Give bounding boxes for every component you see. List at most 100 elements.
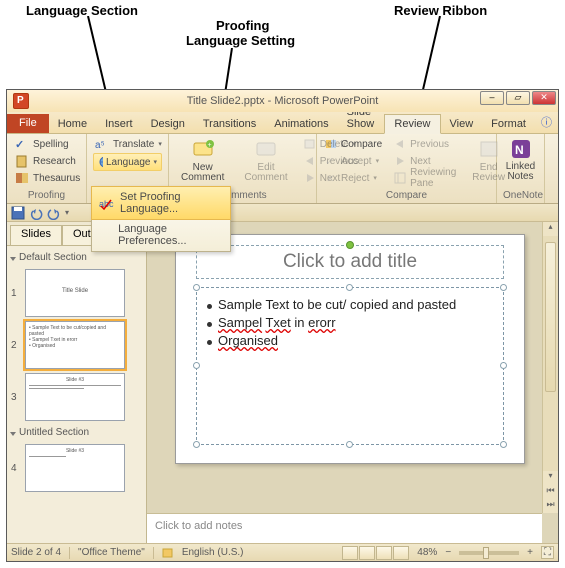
resize-handle[interactable] <box>193 362 200 369</box>
onenote-icon: N <box>510 138 532 160</box>
translate-button[interactable]: a⁵ Translate ▾ <box>93 136 162 152</box>
undo-icon[interactable] <box>29 206 43 220</box>
tab-format[interactable]: Format <box>482 115 535 133</box>
thumbnail-2[interactable]: 2 • Sample Text to be cut/copied and pas… <box>11 321 142 369</box>
notes-pane[interactable]: Click to add notes <box>147 513 542 543</box>
research-icon <box>15 154 29 168</box>
resize-handle[interactable] <box>346 441 353 448</box>
quick-access-toolbar: ▾ <box>7 204 558 222</box>
svg-text:abc: abc <box>99 199 114 209</box>
new-comment-button[interactable]: + NewComment <box>175 136 230 186</box>
accept-button[interactable]: ✓Accept▾ <box>323 153 384 169</box>
language-button[interactable]: Language ▾ <box>93 153 162 171</box>
resize-handle[interactable] <box>346 284 353 291</box>
scroll-thumb[interactable] <box>545 242 556 392</box>
annotation-layer: Language Section Review Ribbon Proofing … <box>0 0 565 90</box>
qat-chevron-icon[interactable]: ▾ <box>65 208 69 217</box>
zoom-slider[interactable] <box>459 551 519 555</box>
spellcheck-status-icon[interactable] <box>162 547 174 559</box>
prev-icon <box>394 138 406 150</box>
prev-slide-icon[interactable]: ⏮ <box>543 485 558 499</box>
tab-transitions[interactable]: Transitions <box>194 115 265 133</box>
menu-language-preferences[interactable]: Language Preferences... <box>92 219 230 251</box>
language-dropdown-menu: abc Set Proofing Language... Language Pr… <box>91 186 231 252</box>
resize-handle[interactable] <box>500 441 507 448</box>
delete-label: Delete <box>320 139 349 150</box>
slide-canvas[interactable]: Click to add title Sample Text to be cut… <box>147 222 558 513</box>
cmp-prev-label: Previous <box>410 139 449 150</box>
main-pane: Slides Outline × Default Section 1Title … <box>7 222 558 543</box>
svg-text:✕: ✕ <box>326 174 334 184</box>
tab-home[interactable]: Home <box>49 115 96 133</box>
menu-set-proofing-language[interactable]: abc Set Proofing Language... <box>91 186 231 220</box>
next-slide-icon[interactable]: ⏭ <box>543 499 558 513</box>
resize-handle[interactable] <box>193 284 200 291</box>
zoom-out-button[interactable]: − <box>445 547 451 558</box>
reject-label: Reject <box>341 173 369 184</box>
resize-handle[interactable] <box>500 362 507 369</box>
body-placeholder[interactable]: Sample Text to be cut/ copied and pasted… <box>196 287 504 445</box>
status-lang[interactable]: English (U.S.) <box>182 547 244 558</box>
section-header[interactable]: Default Section <box>11 250 142 265</box>
normal-view-button[interactable] <box>342 546 358 560</box>
fit-to-window-button[interactable]: ⛶ <box>541 546 554 559</box>
thumbnail-3[interactable]: 3Slide #3 <box>11 373 142 421</box>
maximize-button[interactable]: ▱ <box>506 91 530 105</box>
pane-icon <box>394 172 406 184</box>
save-icon[interactable] <box>11 206 25 220</box>
thumbnail-1[interactable]: 1Title Slide <box>11 269 142 317</box>
minimize-button[interactable]: – <box>480 91 504 105</box>
reject-button[interactable]: ✕Reject▾ <box>323 170 384 186</box>
group-onenote-label: OneNote <box>503 189 538 203</box>
reading-view-button[interactable] <box>376 546 392 560</box>
close-button[interactable]: ✕ <box>532 91 556 105</box>
scroll-down-icon[interactable]: ▾ <box>543 471 558 485</box>
slideshow-view-button[interactable] <box>393 546 409 560</box>
tab-file[interactable]: File <box>7 114 49 133</box>
slide: Click to add title Sample Text to be cut… <box>175 234 525 464</box>
tab-view[interactable]: View <box>441 115 483 133</box>
scroll-up-icon[interactable]: ▴ <box>543 222 558 236</box>
end-review-icon <box>478 139 500 161</box>
edit-comment-button[interactable]: EditComment <box>238 136 293 186</box>
end-review-label: EndReview <box>472 163 505 183</box>
ribbon-help-icon[interactable]: ⓘ <box>535 111 558 133</box>
research-button[interactable]: Research <box>13 153 80 169</box>
accept-icon: ✓ <box>325 155 337 167</box>
comment-new-icon: + <box>192 139 214 161</box>
thesaurus-button[interactable]: Thesaurus <box>13 170 80 186</box>
end-review-button[interactable]: EndReview <box>466 136 511 186</box>
tab-design[interactable]: Design <box>142 115 194 133</box>
ribbon-tabstrip: File Home Insert Design Transitions Anim… <box>7 112 558 134</box>
title-placeholder[interactable]: Click to add title <box>196 245 504 279</box>
svg-text:✓: ✓ <box>15 139 24 151</box>
tab-slides-panel[interactable]: Slides <box>10 225 62 245</box>
resize-handle[interactable] <box>500 284 507 291</box>
sorter-view-button[interactable] <box>359 546 375 560</box>
thumbnail-4[interactable]: 4Slide #3 <box>11 444 142 492</box>
spelling-icon: ✓ <box>15 137 29 151</box>
tab-animations[interactable]: Animations <box>265 115 337 133</box>
cmp-prev-button[interactable]: Previous <box>392 136 458 152</box>
comment-edit-icon <box>255 139 277 161</box>
spelling-button[interactable]: ✓ Spelling <box>13 136 80 152</box>
slide-panel: Slides Outline × Default Section 1Title … <box>7 222 147 543</box>
translate-icon: a⁵ <box>95 137 109 151</box>
tab-review[interactable]: Review <box>384 114 440 134</box>
zoom-thumb[interactable] <box>483 547 489 559</box>
vertical-scrollbar[interactable]: ▴ ▾ ⏮ ⏭ <box>542 222 558 513</box>
bullet-1-text: Sample Text to be cut/ copied and pasted <box>218 297 456 312</box>
svg-text:+: + <box>207 142 211 149</box>
zoom-in-button[interactable]: + <box>527 547 533 558</box>
rotate-handle[interactable] <box>346 241 354 249</box>
bullet-2: Sampel Txet in erorr <box>207 315 493 330</box>
tab-insert[interactable]: Insert <box>96 115 142 133</box>
redo-icon[interactable] <box>47 206 61 220</box>
svg-text:a⁵: a⁵ <box>95 140 105 151</box>
delete-comment-button[interactable]: Delete▾ <box>302 136 361 152</box>
resize-handle[interactable] <box>193 441 200 448</box>
window-title: Title Slide2.pptx - Microsoft PowerPoint <box>187 95 379 107</box>
section-header-2[interactable]: Untitled Section <box>11 425 142 440</box>
menu-prefs-label: Language Preferences... <box>118 223 224 247</box>
reviewing-pane-button[interactable]: Reviewing Pane <box>392 170 458 186</box>
